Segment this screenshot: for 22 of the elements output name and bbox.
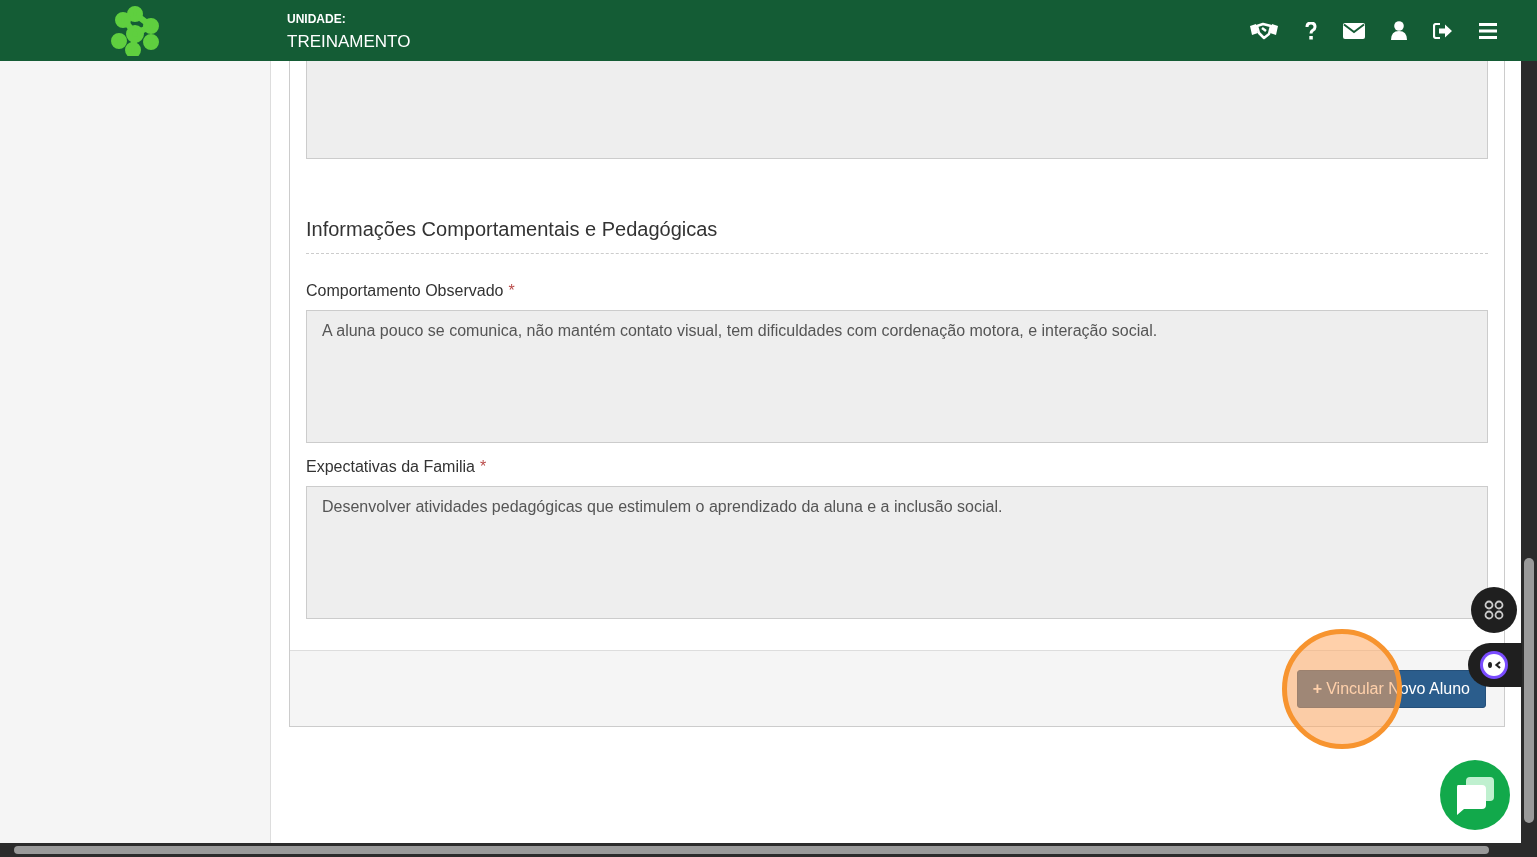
field-label: Comportamento Observado [306, 282, 504, 299]
grid-icon [1484, 600, 1504, 620]
unit-name: TREINAMENTO [287, 31, 411, 52]
unit-label: UNIDADE: [287, 11, 347, 26]
logo-icon [111, 5, 159, 56]
horizontal-scrollbar[interactable] [0, 843, 1537, 857]
field-label: Expectativas da Familia [306, 458, 475, 475]
mail-icon[interactable] [1343, 22, 1365, 39]
required-mark: * [479, 458, 487, 475]
chat-icon [1454, 775, 1496, 815]
handshake-icon[interactable] [1249, 20, 1279, 41]
user-icon[interactable] [1391, 21, 1407, 40]
vertical-scrollbar[interactable] [1521, 61, 1537, 843]
assistant-button[interactable] [1468, 643, 1522, 687]
logout-icon[interactable] [1433, 22, 1453, 39]
text-area[interactable]: A aluna pouco se comunica, não mantém contato visual, tem dificuldades com cordenação motora, e interação social. [306, 310, 1488, 443]
required-mark: * [508, 282, 515, 299]
section-title: Informações Comportamentais e Pedagógicas [306, 218, 1488, 254]
bot-icon [1479, 650, 1509, 680]
menu-icon[interactable] [1479, 22, 1497, 39]
help-icon[interactable] [1305, 21, 1317, 40]
text-area[interactable]: Desenvolver atividades pedagógicas que estimulem o aprendizado da aluna e a inclusão social. [306, 486, 1488, 619]
